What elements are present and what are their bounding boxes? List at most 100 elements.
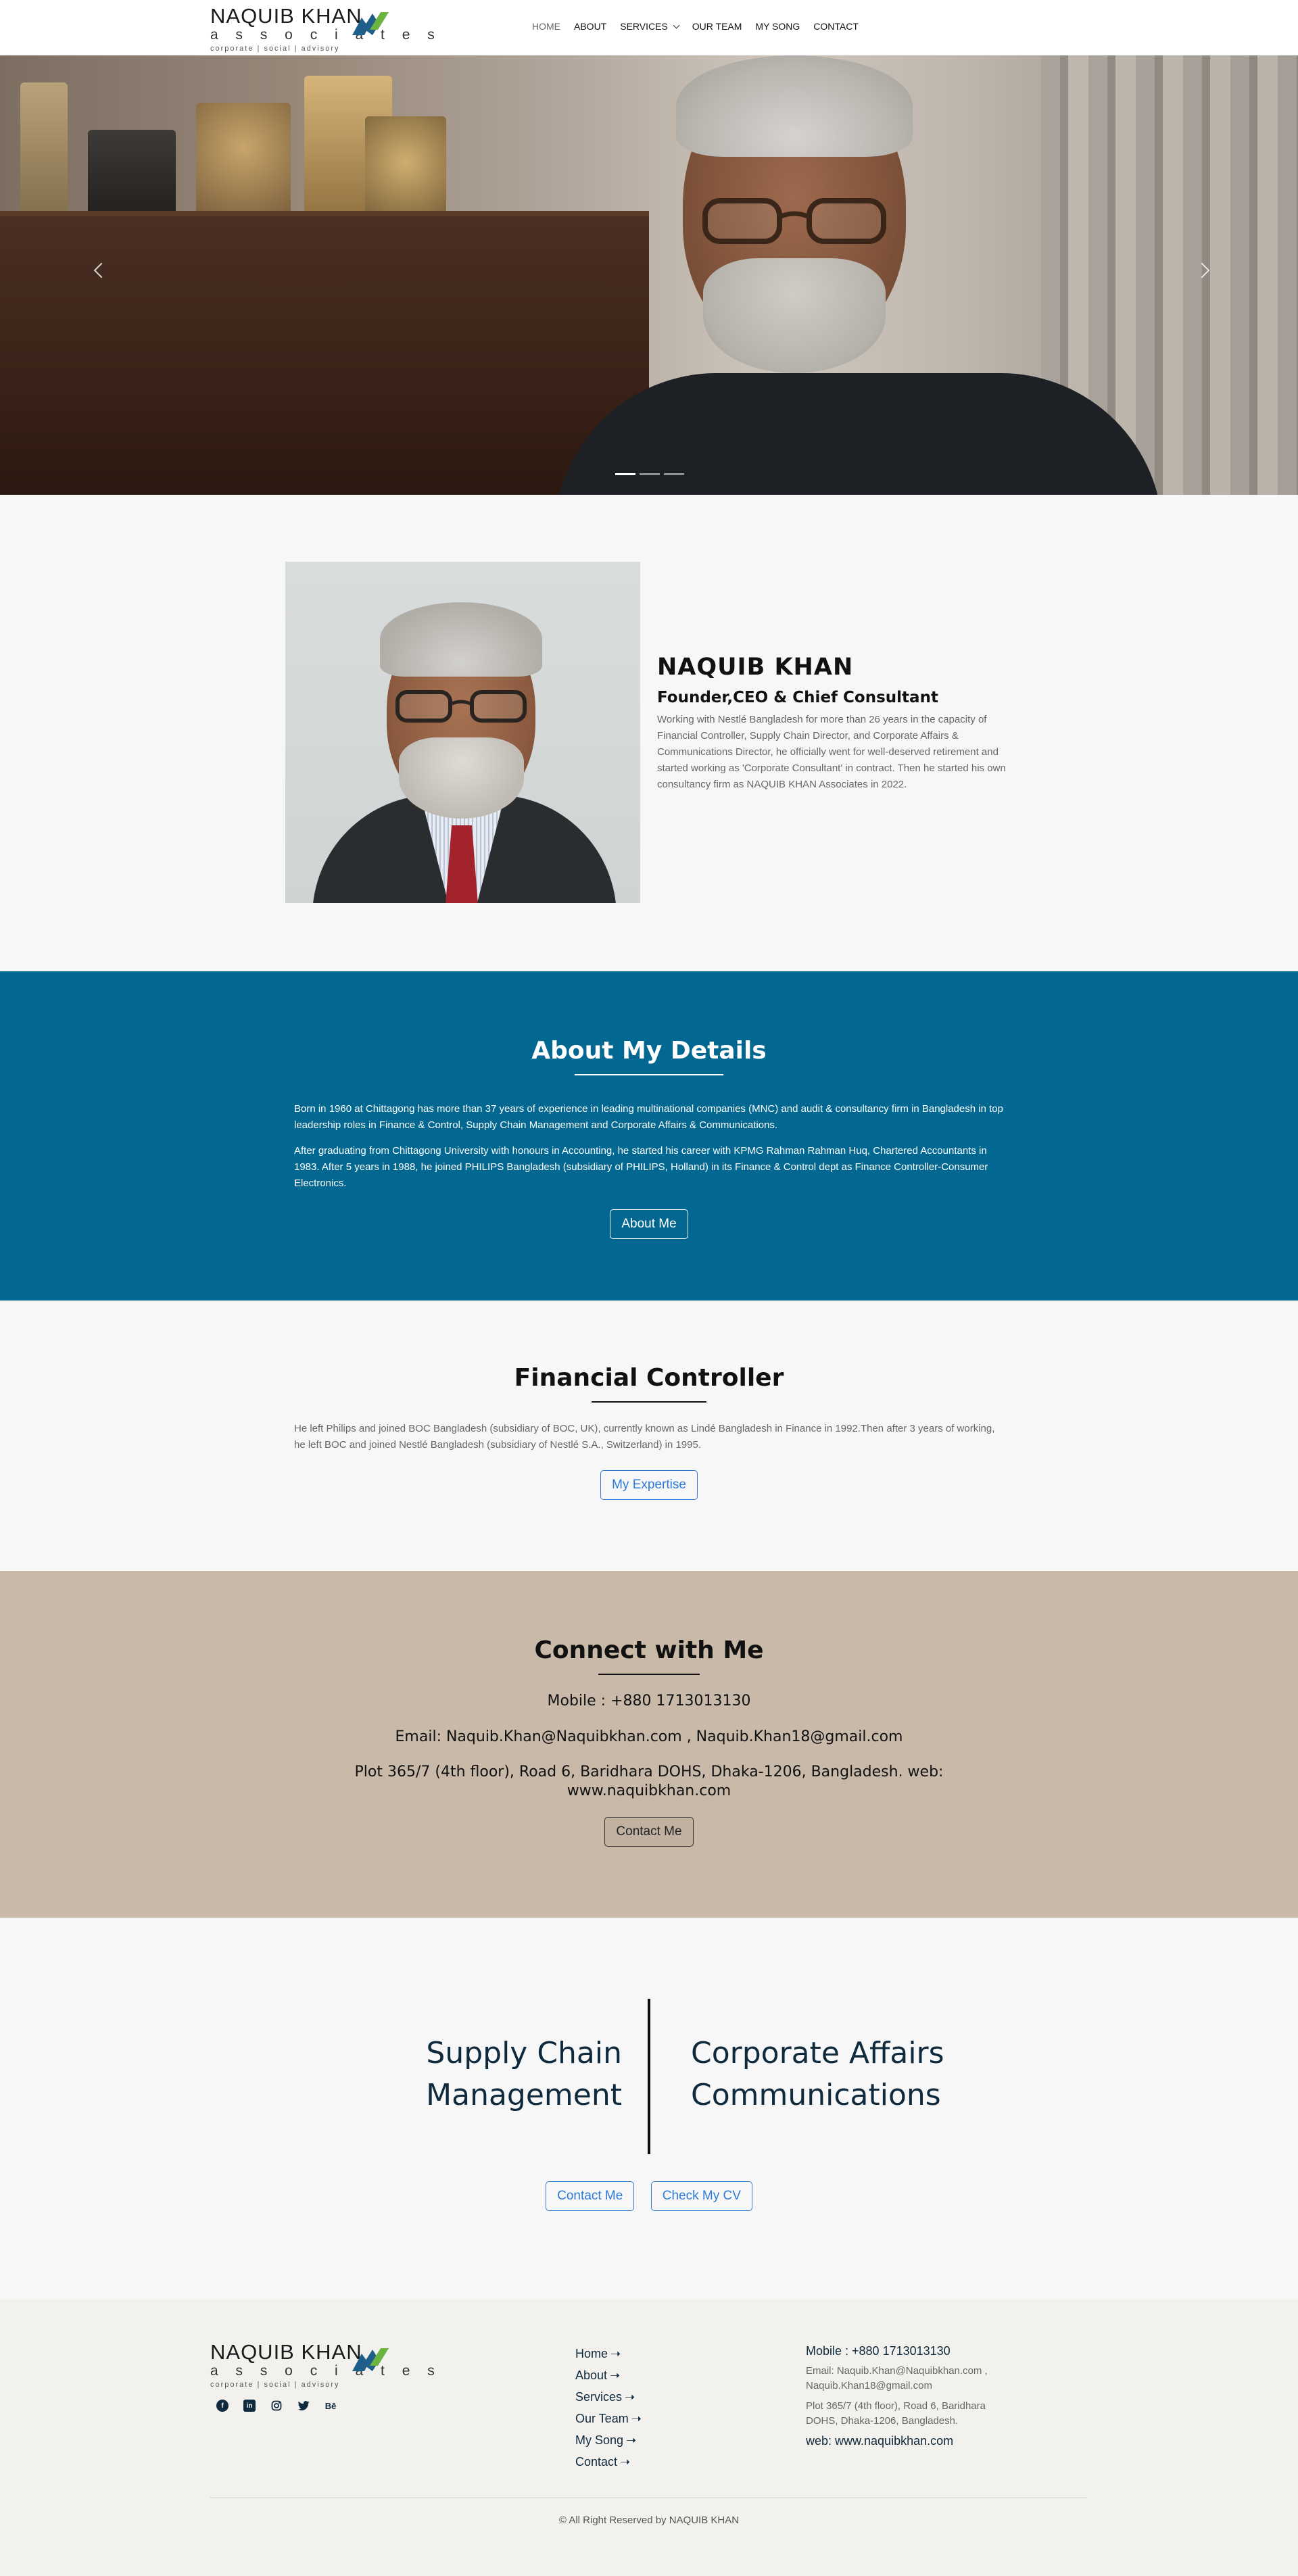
expertise-line: Corporate Affairs (691, 2036, 944, 2070)
footer-link-label: Our Team (575, 2412, 629, 2425)
nav-our-team[interactable]: OUR TEAM (692, 21, 742, 32)
footer-link-label: Contact (575, 2455, 618, 2469)
brand-sub: a s s o c i a t e s (210, 2363, 441, 2379)
portrait-glasses (395, 690, 527, 723)
financial-title: Financial Controller (514, 1364, 784, 1392)
footer-link-label: Services (575, 2390, 623, 2404)
connect-address: Plot 365/7 (4th floor), Road 6, Baridhar… (354, 1764, 944, 1799)
nav-services[interactable]: SERVICES (620, 21, 680, 32)
behance-icon[interactable]: Bē (324, 2400, 337, 2412)
connect-title: Connect with Me (534, 1636, 764, 1664)
twitter-icon[interactable] (297, 2400, 310, 2412)
footer-link-services[interactable]: Services ➝ (575, 2386, 642, 2408)
profile-name: NAQUIB KHAN (657, 654, 854, 681)
footer-links: Home ➝ About ➝ Services ➝ Our Team ➝ My Song… (575, 2343, 642, 2473)
nav-contact[interactable]: CONTACT (813, 21, 859, 32)
expertise-line: Communications (691, 2078, 941, 2112)
carousel-dot[interactable] (664, 473, 684, 475)
title-underline (592, 1401, 706, 1403)
brand-mark-icon (352, 12, 389, 35)
arrow-right-icon: ➝ (610, 2368, 621, 2382)
contact-me-button[interactable]: Contact Me (546, 2181, 635, 2211)
details-paragraph: Born in 1960 at Chittagong has more than… (294, 1103, 1003, 1131)
hero-person-hair (676, 55, 913, 157)
title-underline (598, 1674, 700, 1675)
arrow-right-icon: ➝ (610, 2347, 621, 2360)
arrow-right-icon: ➝ (626, 2433, 637, 2447)
brand-logo[interactable]: NAQUIB KHAN a s s o c i a t e s corporat… (210, 5, 441, 53)
contact-me-button[interactable]: Contact Me (604, 1817, 694, 1847)
footer-link-about[interactable]: About ➝ (575, 2364, 642, 2386)
footer-address: Plot 365/7 (4th floor), Road 6, Baridhar… (806, 2400, 986, 2427)
chevron-down-icon (673, 22, 680, 28)
footer-link-label: Home (575, 2347, 608, 2360)
site-footer: NAQUIB KHAN a s s o c i a t e s corporat… (0, 2300, 1298, 2576)
expertise-divider (648, 1999, 650, 2154)
expertise-corporate-affairs: Corporate Affairs Communications (691, 2033, 1002, 2116)
profile-section: NAQUIB KHAN Founder,CEO & Chief Consulta… (0, 495, 1298, 971)
footer-link-home[interactable]: Home ➝ (575, 2343, 642, 2364)
brand-name: NAQUIB KHAN (210, 2340, 362, 2364)
carousel-dot[interactable] (640, 473, 660, 475)
expertise-buttons: Contact Me Check My CV (0, 2181, 1298, 2211)
page: NAQUIB KHAN a s s o c i a t e s corporat… (0, 0, 1298, 2576)
hero-glasses (702, 198, 886, 244)
connect-section: Connect with Me Mobile : +880 1713013130… (0, 1571, 1298, 1918)
title-underline (575, 1074, 723, 1075)
my-expertise-button[interactable]: My Expertise (600, 1470, 698, 1500)
profile-intro: NAQUIB KHAN Founder,CEO & Chief Consulta… (657, 654, 1022, 793)
about-me-button[interactable]: About Me (610, 1209, 688, 1239)
carousel-indicators (615, 473, 684, 475)
profile-role: Founder,CEO & Chief Consultant (657, 689, 938, 706)
copyright-text: © All Right Reserved by NAQUIB KHAN (558, 2514, 740, 2526)
footer-web[interactable]: web: www.naquibkhan.com (806, 2434, 1015, 2448)
piano-image (0, 211, 649, 495)
nav-about[interactable]: ABOUT (574, 21, 606, 32)
footer-link-label: My Song (575, 2433, 624, 2447)
details-text: Born in 1960 at Chittagong has more than… (294, 1101, 1004, 1192)
nav-my-song[interactable]: MY SONG (755, 21, 800, 32)
hero-person-shirt (554, 373, 1163, 495)
footer-link-label: About (575, 2368, 608, 2382)
instagram-icon[interactable] (270, 2400, 283, 2412)
footer-link-my-song[interactable]: My Song ➝ (575, 2429, 642, 2451)
profile-portrait (285, 562, 640, 903)
linkedin-icon[interactable]: in (243, 2400, 256, 2412)
expertise-section: Supply Chain Management Corporate Affair… (0, 1918, 1298, 2300)
nav-services-label: SERVICES (620, 21, 668, 32)
hero-person-beard (703, 258, 886, 373)
expertise-line: Supply Chain (426, 2036, 622, 2070)
social-links: f in Bē (216, 2400, 337, 2412)
facebook-icon[interactable]: f (216, 2400, 229, 2412)
footer-logo[interactable]: NAQUIB KHAN a s s o c i a t e s corporat… (210, 2341, 441, 2389)
arrow-right-icon: ➝ (631, 2412, 642, 2425)
footer-email: Email: Naquib.Khan@Naquibkhan.com , Naqu… (806, 2365, 988, 2391)
footer-mobile: Mobile : +880 1713013130 (806, 2344, 951, 2358)
nav-home[interactable]: HOME (532, 21, 560, 32)
footer-contact: Mobile : +880 1713013130 Email: Naquib.K… (806, 2344, 1015, 2448)
footer-link-contact[interactable]: Contact ➝ (575, 2451, 642, 2473)
expertise-line: Management (426, 2078, 622, 2112)
check-my-cv-button[interactable]: Check My CV (650, 2181, 752, 2211)
profile-bio: Working with Nestlé Bangladesh for more … (657, 714, 1006, 790)
trophy-image (20, 82, 68, 231)
footer-link-our-team[interactable]: Our Team ➝ (575, 2408, 642, 2429)
expertise-supply-chain: Supply Chain Management (358, 2033, 622, 2116)
main-nav: HOME ABOUT SERVICES OUR TEAM MY SONG CON… (532, 21, 872, 32)
portrait-beard (399, 737, 524, 819)
arrow-right-icon: ➝ (625, 2390, 635, 2404)
brand-sub: a s s o c i a t e s (210, 27, 441, 43)
connect-email: Email: Naquib.Khan@Naquibkhan.com , Naqu… (395, 1728, 903, 1745)
details-paragraph: After graduating from Chittagong Univers… (294, 1145, 988, 1189)
connect-mobile: Mobile : +880 1713013130 (547, 1693, 751, 1709)
hero-carousel (0, 55, 1298, 495)
carousel-dot[interactable] (615, 473, 635, 475)
brand-mark-icon (352, 2348, 389, 2371)
details-title: About My Details (531, 1037, 767, 1065)
portrait-hair (380, 602, 542, 677)
financial-section: Financial Controller He left Philips and… (0, 1301, 1298, 1571)
site-header: NAQUIB KHAN a s s o c i a t e s corporat… (0, 0, 1298, 55)
brand-name: NAQUIB KHAN (210, 4, 362, 28)
arrow-right-icon: ➝ (620, 2455, 631, 2469)
financial-text: He left Philips and joined BOC Banglades… (294, 1423, 995, 1451)
